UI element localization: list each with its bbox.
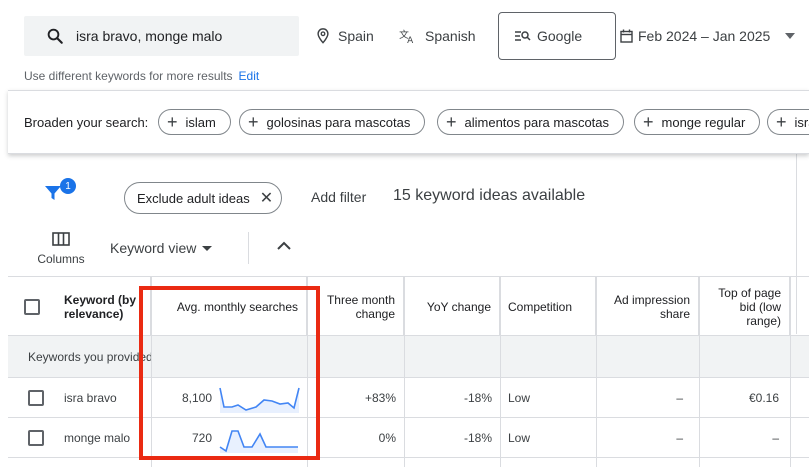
column-divider [596, 276, 597, 467]
trend-sparkline [219, 430, 298, 453]
columns-button[interactable]: Columns [36, 232, 86, 266]
column-divider [404, 276, 405, 467]
impression-share-cell: – [676, 431, 683, 445]
divider [248, 232, 249, 264]
broaden-chip[interactable]: + golosinas para mascotas [239, 109, 426, 135]
search-network-icon [515, 31, 531, 41]
row-checkbox[interactable] [28, 390, 44, 406]
plus-icon: + [776, 112, 787, 132]
select-all-checkbox[interactable] [24, 298, 40, 315]
group-label-row: Keywords you provided [8, 336, 809, 378]
header-three-month[interactable]: Three month change [307, 277, 404, 336]
translate-icon: 文A [399, 28, 413, 44]
filter-toolbar: 1 Exclude adult ideas ✕ Add filter 15 ke… [8, 154, 809, 276]
search-header: isra bravo, monge malo Spain 文A Spanish … [0, 0, 809, 90]
row-checkbox[interactable] [28, 430, 44, 446]
header-yoy[interactable]: YoY change [404, 277, 500, 336]
location-pin-icon [317, 28, 329, 44]
location-label: Spain [338, 28, 374, 44]
top-bid-cell: €0.16 [748, 391, 779, 405]
column-divider [699, 276, 700, 467]
yoy-cell: -18% [463, 391, 492, 405]
yoy-cell: -18% [463, 431, 492, 445]
ideas-count: 15 keyword ideas available [393, 187, 586, 204]
trend-sparkline [219, 387, 300, 413]
table-row: isra bravo 8,100 +83% -18% Low – €0.16 [8, 378, 809, 418]
broaden-label: Broaden your search: [24, 115, 149, 130]
hint-text: Use different keywords for more results E… [24, 69, 259, 83]
competition-cell: Low [508, 391, 531, 405]
broaden-chip[interactable]: + islam [158, 109, 231, 135]
chevron-down-icon [202, 245, 213, 251]
plus-icon: + [248, 112, 259, 132]
keyword-view-label: Keyword view [110, 240, 197, 256]
three-month-cell: 0% [378, 431, 396, 445]
impression-share-cell: – [676, 391, 683, 405]
keyword-cell: monge malo [64, 431, 131, 445]
date-range-selector[interactable]: Feb 2024 – Jan 2025 [620, 28, 796, 44]
plus-icon: + [167, 112, 178, 132]
avg-cell: 8,100 [181, 391, 212, 405]
plus-icon: + [446, 112, 457, 132]
language-selector[interactable]: 文A Spanish [399, 28, 476, 44]
keyword-search-box[interactable]: isra bravo, monge malo [24, 16, 299, 56]
group-label: Keywords you provided [28, 350, 153, 364]
avg-cell: 720 [191, 431, 212, 445]
broaden-chip[interactable]: + isra [767, 109, 809, 135]
broaden-chip[interactable]: + alimentos para mascotas [437, 109, 625, 135]
date-range-label: Feb 2024 – Jan 2025 [638, 28, 771, 44]
location-selector[interactable]: Spain [316, 28, 374, 44]
broaden-chip[interactable]: + monge regular [634, 109, 761, 135]
column-divider [790, 276, 791, 467]
columns-label: Columns [37, 252, 85, 266]
header-keyword[interactable]: Keyword (by relevance) [56, 277, 151, 336]
chevron-up-icon[interactable] [276, 240, 292, 250]
search-icon [47, 28, 63, 44]
column-divider [307, 276, 308, 467]
chip-label: islam [185, 114, 216, 130]
keyword-search-text: isra bravo, monge malo [76, 28, 223, 44]
columns-icon [52, 232, 70, 246]
network-label: Google [537, 28, 583, 44]
row-checkbox-cell[interactable] [28, 418, 44, 458]
keyword-table: Keyword (by relevance) Avg. monthly sear… [8, 276, 809, 467]
calendar-icon [620, 29, 633, 43]
top-bid-cell: – [772, 431, 779, 445]
hint-message: Use different keywords for more results [24, 69, 233, 83]
svg-text:A: A [407, 36, 413, 44]
header-avg-monthly[interactable]: Avg. monthly searches [151, 277, 307, 336]
competition-cell: Low [508, 431, 531, 445]
header-top-bid[interactable]: Top of page bid (low range) [699, 277, 790, 336]
table-row: monge malo 720 0% -18% Low – – [8, 418, 809, 458]
chip-label: monge regular [661, 114, 746, 130]
chip-label: isra [794, 114, 809, 130]
chip-label: Exclude adult ideas [137, 190, 250, 206]
broaden-search-bar: Broaden your search: + islam + golosinas p… [8, 90, 809, 154]
keyword-view-dropdown[interactable]: Keyword view [110, 240, 213, 256]
column-divider [500, 276, 501, 467]
chevron-down-icon [785, 33, 796, 39]
chip-label: alimentos para mascotas [464, 114, 610, 130]
three-month-cell: +83% [364, 391, 396, 405]
edit-link[interactable]: Edit [239, 69, 260, 83]
exclude-adult-chip[interactable]: Exclude adult ideas ✕ [124, 182, 283, 214]
header-select-all[interactable] [8, 277, 56, 336]
chip-label: golosinas para mascotas [266, 114, 411, 130]
header-impression-share[interactable]: Ad impression share [596, 277, 699, 336]
header-competition[interactable]: Competition [500, 277, 596, 336]
plus-icon: + [643, 112, 654, 132]
filter-count-badge: 1 [60, 178, 76, 194]
row-checkbox-cell[interactable] [28, 378, 44, 418]
keyword-cell: isra bravo [64, 391, 117, 405]
column-divider [151, 276, 152, 467]
close-icon[interactable]: ✕ [260, 188, 273, 208]
language-label: Spanish [425, 28, 476, 44]
add-filter-button[interactable]: Add filter [311, 189, 366, 205]
table-header: Keyword (by relevance) Avg. monthly sear… [8, 276, 809, 336]
network-selector[interactable]: Google [498, 12, 616, 60]
